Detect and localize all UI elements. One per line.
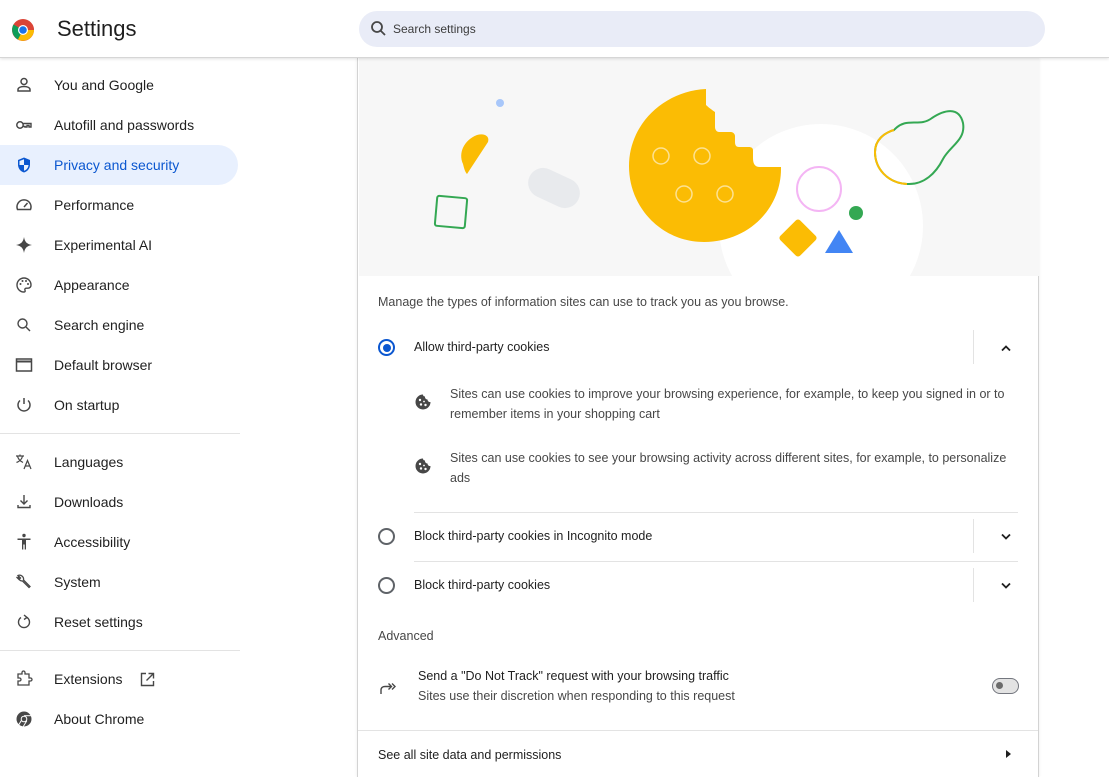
page-title: Settings [57, 16, 137, 41]
cookie-illustration [359, 58, 1039, 276]
sidebar-item-label: Autofill and passwords [54, 117, 195, 133]
sidebar: You and Google Autofill and passwords Pr… [0, 58, 245, 777]
sidebar-item-downloads[interactable]: Downloads [0, 482, 238, 522]
cookies-settings-card: Manage the types of information sites ca… [357, 58, 1039, 777]
sidebar-item-label: Downloads [54, 494, 124, 510]
sidebar-item-search-engine[interactable]: Search engine [0, 305, 238, 345]
detail-text: Sites can use cookies to see your browsi… [450, 451, 1007, 485]
arrow-right-icon [1006, 750, 1011, 758]
sidebar-divider [0, 650, 240, 651]
radio-block-incognito[interactable] [378, 528, 395, 545]
chevron-down-icon [1001, 582, 1011, 589]
top-bar: Settings [0, 0, 1109, 58]
accessibility-icon [17, 533, 31, 550]
advanced-section-title: Advanced [378, 629, 434, 643]
vertical-separator [973, 330, 974, 364]
option-label: Block third-party cookies [414, 578, 551, 592]
sidebar-item-label: On startup [54, 397, 120, 413]
shield-icon [18, 157, 30, 173]
sidebar-item-languages[interactable]: Languages [0, 442, 238, 482]
sidebar-item-you-and-google[interactable]: You and Google [0, 65, 238, 105]
sidebar-item-label: Appearance [54, 277, 130, 293]
sidebar-item-reset-settings[interactable]: Reset settings [0, 602, 238, 642]
option-allow-third-party-cookies[interactable]: Allow third-party cookies [358, 324, 1038, 372]
vertical-separator [973, 519, 974, 553]
sidebar-item-default-browser[interactable]: Default browser [0, 345, 238, 385]
sidebar-item-label: You and Google [54, 77, 154, 93]
sidebar-item-experimental-ai[interactable]: Experimental AI [0, 225, 238, 265]
sidebar-divider [0, 433, 240, 434]
wrench-icon [16, 574, 31, 589]
do-not-track-subtitle: Sites use their discretion when respondi… [418, 689, 735, 703]
sidebar-item-label: About Chrome [54, 711, 145, 727]
green-square-outline [433, 194, 469, 230]
do-not-track-toggle[interactable] [992, 678, 1019, 694]
sidebar-item-label: Default browser [54, 357, 153, 373]
download-icon [17, 495, 31, 509]
option-label: Block third-party cookies in Incognito m… [414, 529, 653, 543]
chevron-down-icon [1001, 533, 1011, 540]
option-block-incognito[interactable]: Block third-party cookies in Incognito m… [358, 513, 1038, 561]
sidebar-item-label: Experimental AI [54, 237, 153, 253]
palette-icon [16, 277, 32, 293]
sidebar-item-label: Reset settings [54, 614, 143, 630]
sidebar-item-about-chrome[interactable]: About Chrome [0, 699, 238, 739]
yellow-half-moon [461, 134, 489, 174]
sidebar-item-label: Accessibility [54, 534, 131, 550]
person-icon [17, 77, 31, 92]
detail-text: Sites can use cookies to improve your br… [450, 387, 1005, 421]
grey-pill-shape [528, 167, 580, 209]
sidebar-item-system[interactable]: System [0, 562, 238, 602]
small-blue-dot [496, 99, 504, 107]
sidebar-item-label: Performance [54, 197, 135, 213]
sidebar-item-privacy-and-security[interactable]: Privacy and security [0, 145, 238, 185]
collapse-button[interactable] [994, 336, 1018, 360]
chrome-icon [16, 711, 32, 727]
external-link-icon [140, 672, 155, 687]
green-dot [849, 206, 863, 220]
do-not-track-title: Send a "Do Not Track" request with your … [418, 669, 729, 683]
sidebar-item-accessibility[interactable]: Accessibility [0, 522, 238, 562]
sidebar-item-autofill[interactable]: Autofill and passwords [0, 105, 238, 145]
sidebar-item-on-startup[interactable]: On startup [0, 385, 238, 425]
translate-icon [16, 454, 32, 470]
sidebar-item-extensions[interactable]: Extensions [0, 659, 238, 699]
browser-window-icon [15, 358, 33, 372]
sidebar-item-label: Languages [54, 454, 124, 470]
radio-allow-third-party-cookies[interactable] [378, 339, 395, 356]
cookie-icon [415, 458, 431, 474]
power-icon [17, 398, 31, 412]
key-icon [16, 121, 32, 129]
sidebar-item-label: System [54, 574, 101, 590]
cookies-description: Manage the types of information sites ca… [378, 295, 789, 309]
radio-block-third-party[interactable] [378, 577, 395, 594]
chrome-logo-icon [12, 19, 34, 41]
sidebar-item-label: Privacy and security [54, 157, 180, 173]
sidebar-item-label: Extensions [54, 671, 123, 687]
expand-button[interactable] [994, 574, 1018, 598]
search-icon [371, 21, 386, 36]
illustration-svg [433, 89, 965, 276]
option-label: Allow third-party cookies [414, 340, 550, 354]
vertical-separator [973, 568, 974, 602]
do-not-track-row[interactable]: Send a "Do Not Track" request with your … [358, 658, 1038, 728]
search-bar[interactable] [359, 11, 1045, 47]
option-block-third-party[interactable]: Block third-party cookies [358, 562, 1038, 610]
puzzle-icon [17, 670, 33, 686]
expand-button[interactable] [994, 525, 1018, 549]
see-all-site-data-link[interactable]: See all site data and permissions [358, 731, 1038, 777]
sidebar-item-appearance[interactable]: Appearance [0, 265, 238, 305]
reset-icon [17, 614, 31, 629]
sidebar-item-performance[interactable]: Performance [0, 185, 238, 225]
speedometer-icon [16, 199, 32, 211]
sparkle-icon [16, 237, 32, 253]
sidebar-item-label: Search engine [54, 317, 145, 333]
search-input[interactable] [393, 11, 993, 47]
chevron-up-icon [1001, 345, 1011, 352]
see-all-site-data-label: See all site data and permissions [378, 748, 562, 762]
cookie-icon [415, 394, 431, 410]
do-not-track-icon [380, 683, 396, 694]
search-icon [17, 318, 31, 332]
